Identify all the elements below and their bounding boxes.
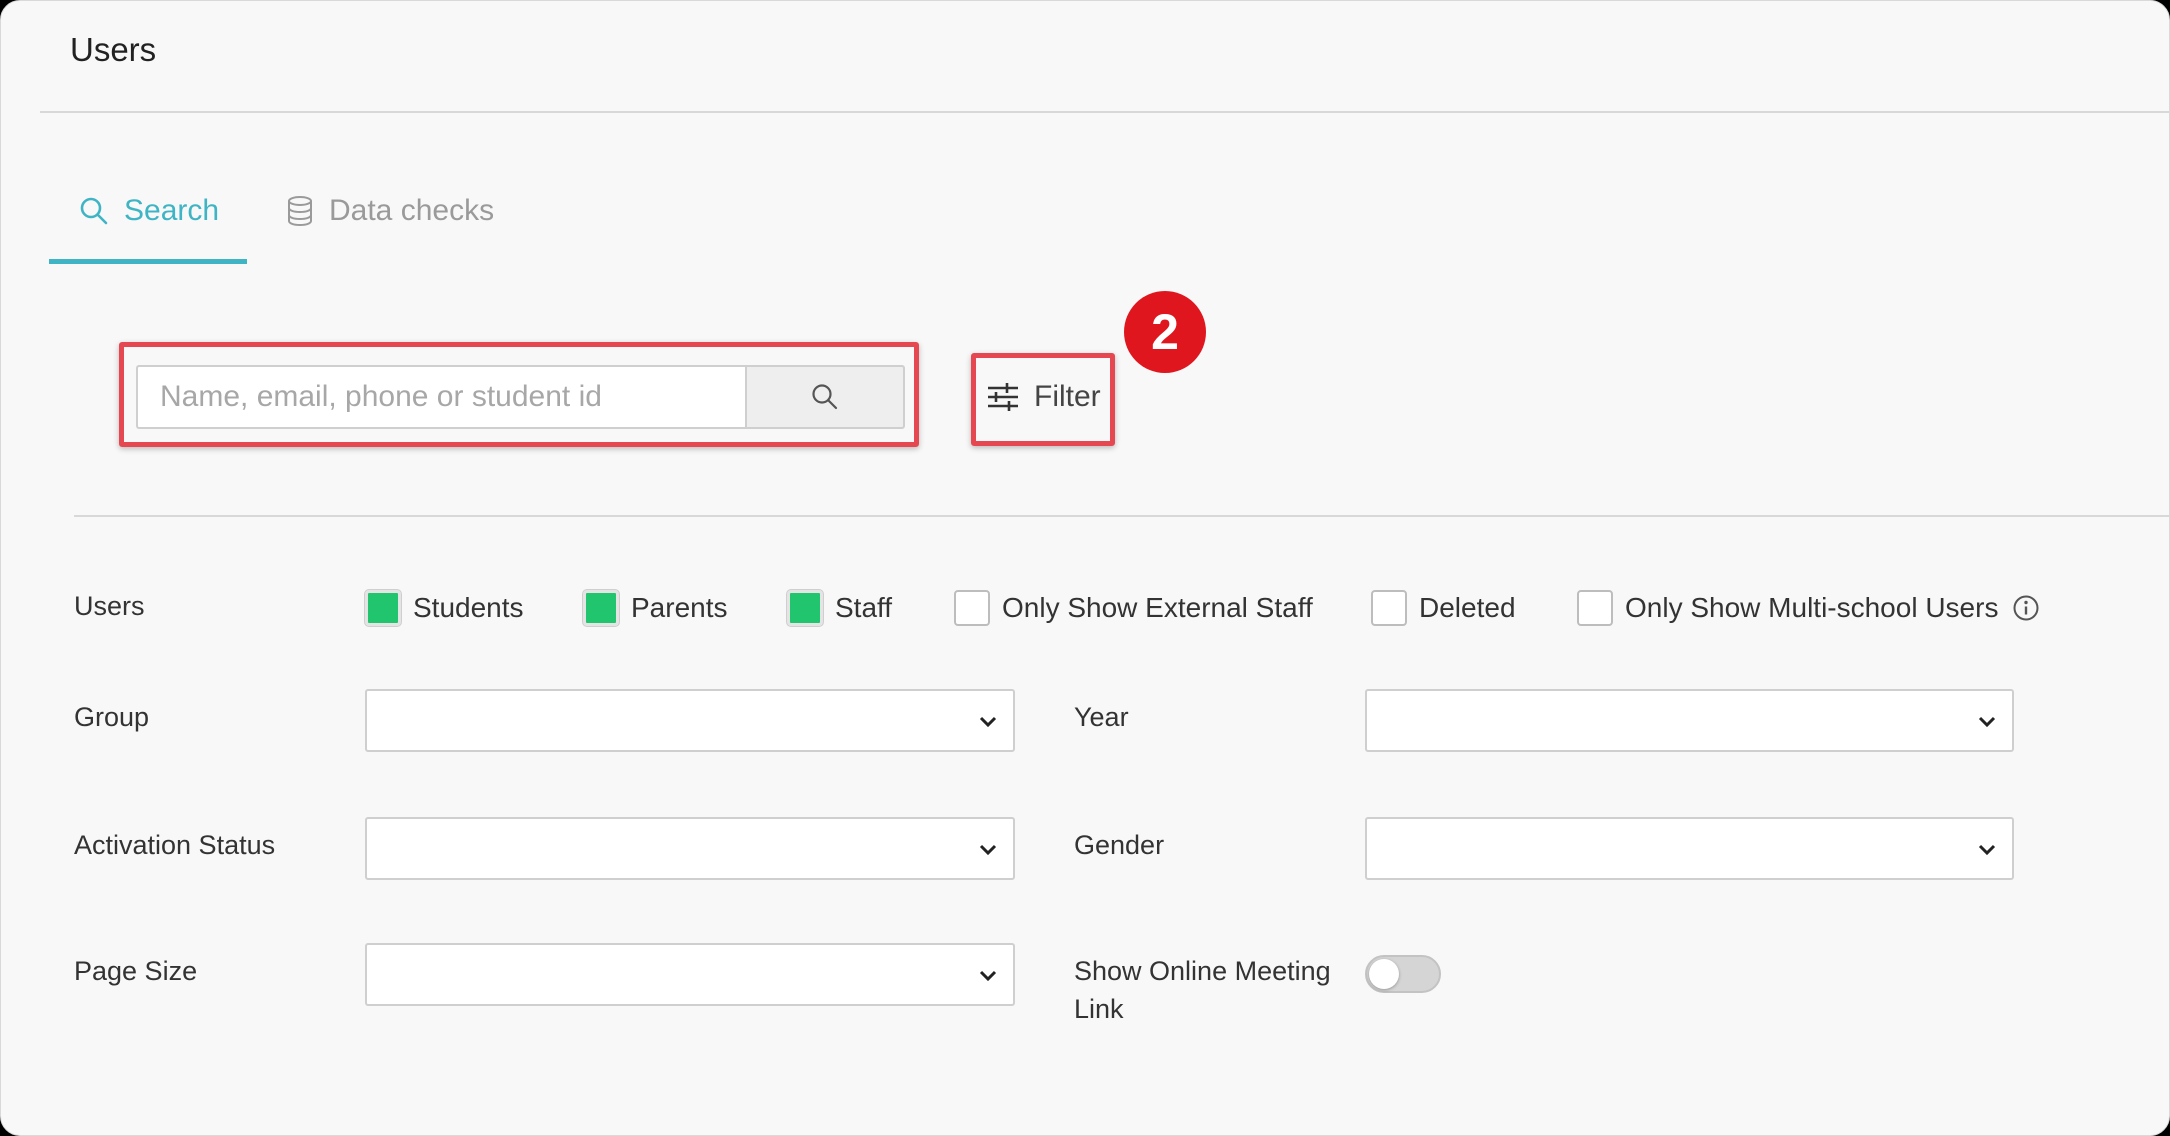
users-filter-label: Users	[74, 591, 145, 621]
page-title: Users	[70, 31, 157, 68]
year-select[interactable]	[1365, 689, 2014, 752]
tab-search-label: Search	[124, 194, 220, 227]
checkbox-box[interactable]	[1577, 590, 1613, 626]
chevron-down-icon	[979, 970, 997, 982]
filter-label: Filter	[1034, 380, 1101, 413]
gender-select[interactable]	[1365, 817, 2014, 880]
checkbox-box[interactable]	[583, 590, 619, 626]
group-label: Group	[74, 702, 150, 732]
users-window: Users Search Data checks Name, email, ph…	[0, 0, 2170, 1136]
checkbox-label: Deleted	[1419, 592, 1516, 623]
toggle-knob	[1369, 959, 1399, 989]
activation-status-select[interactable]	[365, 817, 1015, 880]
header-divider	[40, 111, 2169, 113]
search-button[interactable]	[745, 365, 905, 429]
checkbox-label: Only Show Multi-school Users	[1625, 592, 1999, 623]
tab-search[interactable]: Search	[78, 186, 219, 236]
sliders-icon	[988, 383, 1018, 411]
activation-status-label: Activation Status	[74, 830, 276, 860]
active-tab-indicator	[49, 259, 247, 264]
checkbox-parents[interactable]: Parents	[583, 589, 728, 627]
checkbox-label: Staff	[835, 592, 893, 623]
checkbox-students[interactable]: Students	[365, 589, 524, 627]
page-size-select[interactable]	[365, 943, 1015, 1006]
checkbox-label: Only Show External Staff	[1002, 592, 1313, 623]
search-icon	[80, 197, 108, 225]
tab-data-checks-label: Data checks	[329, 194, 495, 227]
checkbox-box[interactable]	[954, 590, 990, 626]
gender-label: Gender	[1074, 830, 1165, 860]
chevron-down-icon	[979, 844, 997, 856]
checkbox-external-staff[interactable]: Only Show External Staff	[954, 589, 1313, 627]
filter-divider	[74, 515, 2169, 517]
info-icon[interactable]	[2012, 594, 2040, 622]
checkbox-label: Parents	[631, 592, 728, 623]
filter-button[interactable]: Filter	[986, 371, 1101, 423]
step-badge: 2	[1124, 291, 1206, 373]
year-label: Year	[1074, 702, 1129, 732]
checkbox-box[interactable]	[365, 590, 401, 626]
page-size-label: Page Size	[74, 956, 198, 986]
show-online-meeting-toggle[interactable]	[1365, 955, 1441, 993]
chevron-down-icon	[1978, 716, 1996, 728]
chevron-down-icon	[1978, 844, 1996, 856]
show-online-meeting-label: Show Online Meeting Link	[1074, 956, 1331, 1024]
checkbox-label: Students	[413, 592, 524, 623]
chevron-down-icon	[979, 716, 997, 728]
checkbox-box[interactable]	[1371, 590, 1407, 626]
checkbox-staff[interactable]: Staff	[787, 589, 892, 627]
search-icon	[812, 384, 838, 410]
group-select[interactable]	[365, 689, 1015, 752]
checkbox-multi-school[interactable]: Only Show Multi-school Users	[1577, 589, 1998, 627]
tab-data-checks[interactable]: Data checks	[285, 186, 494, 236]
search-input[interactable]	[136, 365, 746, 429]
database-icon	[288, 196, 312, 227]
checkbox-box[interactable]	[787, 590, 823, 626]
checkbox-deleted[interactable]: Deleted	[1371, 589, 1516, 627]
